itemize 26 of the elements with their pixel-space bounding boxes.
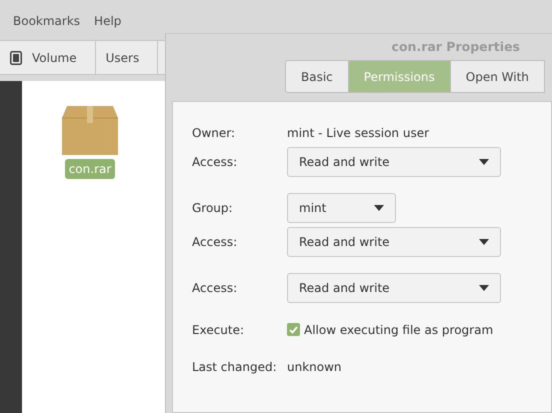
menu-item[interactable]: Help [94, 14, 122, 40]
checkbox[interactable] [287, 323, 300, 336]
dropdown[interactable]: Read and write [287, 273, 501, 303]
field-label: Owner: [192, 126, 236, 140]
dropdown[interactable]: Read and write [287, 147, 501, 177]
tab[interactable]: Open With [450, 60, 545, 93]
field-label: Access: [192, 235, 238, 249]
field-label: Execute: [192, 322, 246, 336]
caret-icon [479, 239, 489, 245]
caret-icon [479, 159, 489, 165]
field-value: mint - Live session user [287, 126, 430, 140]
caret-icon [374, 205, 384, 211]
field-label: Group: [192, 201, 234, 215]
dropdown[interactable]: mint [287, 193, 396, 223]
caret-icon [479, 285, 489, 291]
field-label: Last changed: [192, 360, 278, 374]
menu-item[interactable]: Bookmarks [13, 14, 80, 40]
field-label: Access: [192, 281, 238, 295]
dropdown[interactable]: Read and write [287, 227, 501, 257]
tab[interactable]: Basic [285, 60, 349, 93]
dialog-title: con.rar Properties [392, 39, 520, 54]
field-label: Access: [192, 155, 238, 169]
chip-icon [10, 50, 22, 64]
box-icon [62, 106, 118, 155]
field-value: unknown [287, 360, 342, 374]
checkbox-label[interactable]: Allow executing file as program [304, 322, 494, 336]
